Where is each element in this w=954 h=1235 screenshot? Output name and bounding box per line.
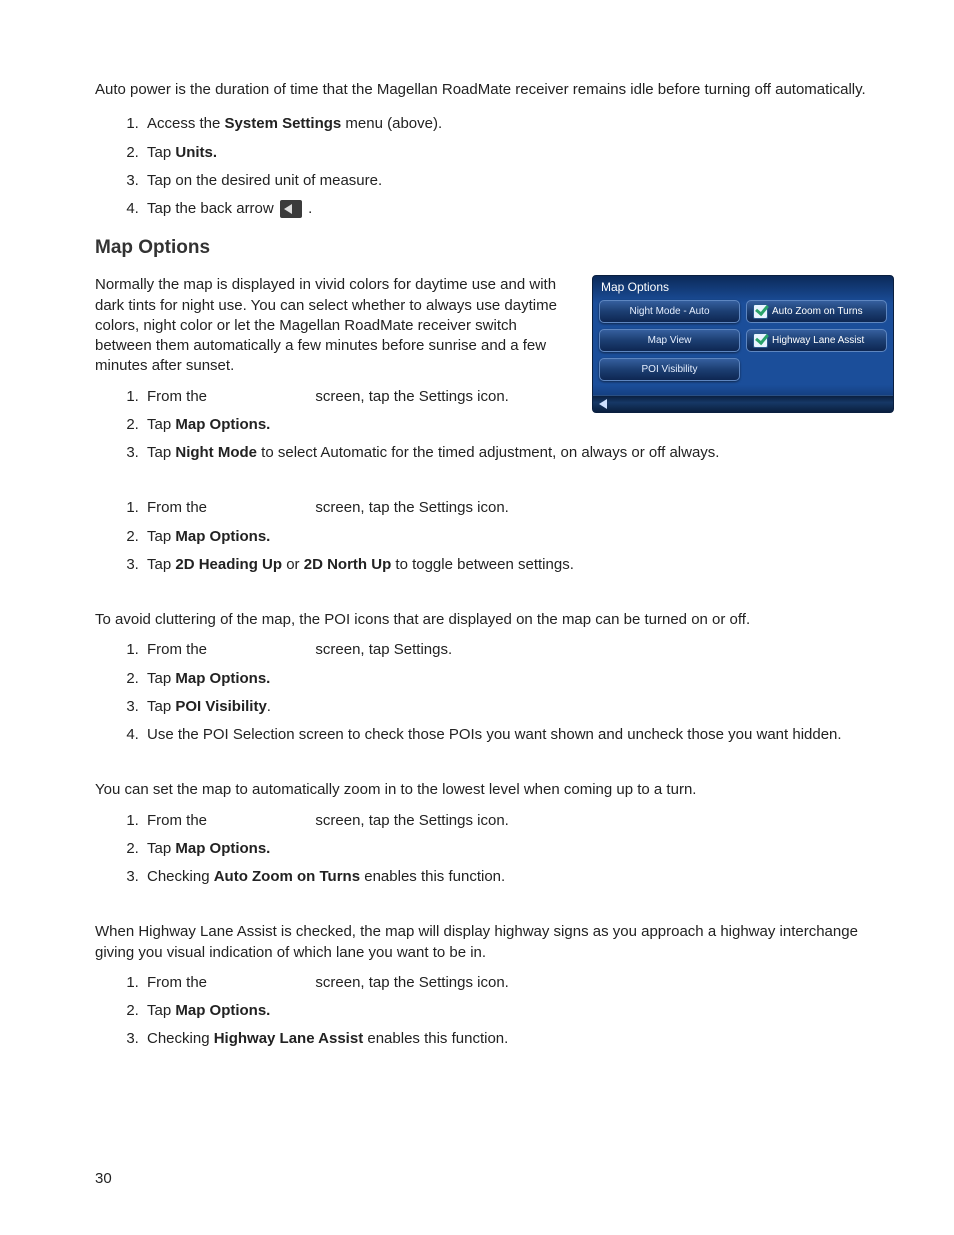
bold-text: Map Options. [175, 670, 270, 687]
page-number: 30 [95, 1170, 112, 1187]
device-chk-auto-zoom: Auto Zoom on Turns [746, 300, 887, 323]
steps-autozoom: From the screen, tap the Settings icon. … [95, 811, 894, 888]
device-btn-map-view: Map View [599, 329, 740, 352]
bold-text: 2D North Up [304, 556, 392, 573]
list-item: From the screen, tap the Settings icon. [143, 498, 894, 518]
device-chk-highway-lane-assist: Highway Lane Assist [746, 329, 887, 352]
list-item: Use the POI Selection screen to check th… [143, 725, 894, 745]
device-bottom-bar [593, 395, 893, 412]
bold-text: System Settings [225, 115, 342, 132]
text: Tap [147, 144, 175, 161]
bold-text: Night Mode [175, 444, 257, 461]
bold-text: Units. [175, 144, 217, 161]
list-item: Tap Map Options. [143, 669, 894, 689]
bold-text: Highway Lane Assist [214, 1030, 364, 1047]
list-item: Tap Units. [143, 143, 894, 163]
text: Tap [147, 698, 175, 715]
bold-text: Map Options. [175, 1002, 270, 1019]
list-item: Checking Auto Zoom on Turns enables this… [143, 867, 894, 887]
text: screen, tap Settings. [311, 641, 452, 658]
text: menu (above). [341, 115, 442, 132]
text: From the [147, 812, 211, 829]
back-arrow-icon [280, 200, 302, 218]
text: to select Automatic for the timed adjust… [257, 444, 719, 461]
bold-text: Map Options. [175, 840, 270, 857]
list-item: Access the System Settings menu (above). [143, 114, 894, 134]
bold-text: POI Visibility [175, 698, 266, 715]
list-item: Tap on the desired unit of measure. [143, 171, 894, 191]
text: Tap [147, 1002, 175, 1019]
text: From the [147, 641, 211, 658]
text: Highway Lane Assist [772, 335, 864, 346]
text: screen, tap the Settings icon. [311, 812, 509, 829]
text: . [304, 200, 312, 217]
list-item: Tap 2D Heading Up or 2D North Up to togg… [143, 555, 894, 575]
text: screen, tap the Settings icon. [311, 388, 509, 405]
text: . [267, 698, 271, 715]
text: From the [147, 974, 211, 991]
list-item: From the screen, tap the Settings icon. [143, 811, 894, 831]
text: From the [147, 388, 211, 405]
list-item: Checking Highway Lane Assist enables thi… [143, 1029, 894, 1049]
text: From the [147, 499, 211, 516]
list-item: Tap Map Options. [143, 415, 894, 435]
paragraph-poi-intro: To avoid cluttering of the map, the POI … [95, 610, 894, 630]
back-arrow-icon [599, 399, 607, 409]
device-btn-poi-visibility: POI Visibility [599, 358, 740, 381]
list-item: Tap the back arrow . [143, 199, 894, 219]
device-title: Map Options [593, 276, 893, 294]
paragraph-autozoom-intro: You can set the map to automatically zoo… [95, 780, 894, 800]
list-item: Tap POI Visibility. [143, 697, 894, 717]
text: enables this function. [360, 868, 505, 885]
bold-text: Map Options. [175, 416, 270, 433]
paragraph-hla-intro: When Highway Lane Assist is checked, the… [95, 922, 894, 963]
text: Checking [147, 1030, 214, 1047]
text: Tap [147, 556, 175, 573]
steps-units: Access the System Settings menu (above).… [95, 114, 894, 219]
text: Checking [147, 868, 214, 885]
text: Tap [147, 444, 175, 461]
bold-text: 2D Heading Up [175, 556, 282, 573]
list-item: Tap Map Options. [143, 527, 894, 547]
heading-map-options: Map Options [95, 237, 894, 259]
list-item: Tap Night Mode to select Automatic for t… [143, 443, 894, 463]
steps-poi: From the screen, tap Settings. Tap Map O… [95, 640, 894, 745]
text: screen, tap the Settings icon. [311, 499, 509, 516]
text: Tap the back arrow [147, 200, 278, 217]
text: Auto Zoom on Turns [772, 306, 863, 317]
text: Tap [147, 528, 175, 545]
steps-hla: From the screen, tap the Settings icon. … [95, 973, 894, 1050]
device-screenshot: Map Options Night Mode - Auto Map View P… [592, 275, 894, 413]
list-item: From the screen, tap Settings. [143, 640, 894, 660]
steps-heading-up: From the screen, tap the Settings icon. … [95, 498, 894, 575]
checkbox-icon [753, 304, 768, 319]
checkbox-icon [753, 333, 768, 348]
list-item: From the screen, tap the Settings icon. [143, 973, 894, 993]
text: to toggle between settings. [391, 556, 574, 573]
bold-text: Map Options. [175, 528, 270, 545]
text: or [282, 556, 304, 573]
text: enables this function. [363, 1030, 508, 1047]
text: Tap [147, 840, 175, 857]
text: Tap [147, 416, 175, 433]
list-item: Tap Map Options. [143, 839, 894, 859]
bold-text: Auto Zoom on Turns [214, 868, 360, 885]
text: screen, tap the Settings icon. [311, 974, 509, 991]
text: Access the [147, 115, 225, 132]
list-item: Tap Map Options. [143, 1001, 894, 1021]
device-btn-night-mode: Night Mode - Auto [599, 300, 740, 323]
paragraph-autopower: Auto power is the duration of time that … [95, 80, 894, 100]
text: Tap [147, 670, 175, 687]
